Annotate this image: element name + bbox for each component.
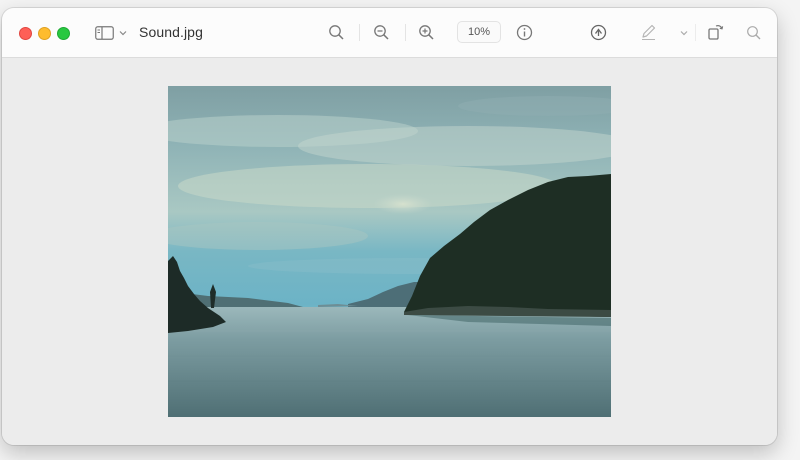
- minimize-button[interactable]: [38, 27, 51, 40]
- sidebar-toggle-icon[interactable]: [94, 24, 114, 41]
- image-canvas: [2, 58, 777, 445]
- markup-icon[interactable]: [639, 22, 658, 42]
- info-icon[interactable]: [515, 23, 534, 42]
- window-title: Sound.jpg: [139, 24, 203, 40]
- toolbar: Sound.jpg 10%: [2, 8, 777, 58]
- zoom-fit-icon[interactable]: [327, 23, 346, 42]
- photo-image: [168, 86, 611, 417]
- search-icon[interactable]: [745, 24, 762, 41]
- preview-window: Sound.jpg 10%: [2, 8, 777, 445]
- zoom-out-icon[interactable]: [372, 23, 391, 42]
- toolbar-separator: [695, 24, 696, 41]
- toolbar-separator: [405, 24, 406, 41]
- desktop: Sound.jpg 10%: [0, 0, 800, 460]
- zoom-in-icon[interactable]: [417, 23, 436, 42]
- toolbar-separator: [359, 24, 360, 41]
- share-icon[interactable]: [589, 23, 608, 42]
- chevron-down-icon[interactable]: [679, 28, 688, 37]
- zoom-level-field[interactable]: 10%: [457, 21, 501, 43]
- maximize-button[interactable]: [57, 27, 70, 40]
- chevron-down-icon[interactable]: [118, 28, 127, 37]
- rotate-icon[interactable]: [706, 21, 726, 42]
- close-button[interactable]: [19, 27, 32, 40]
